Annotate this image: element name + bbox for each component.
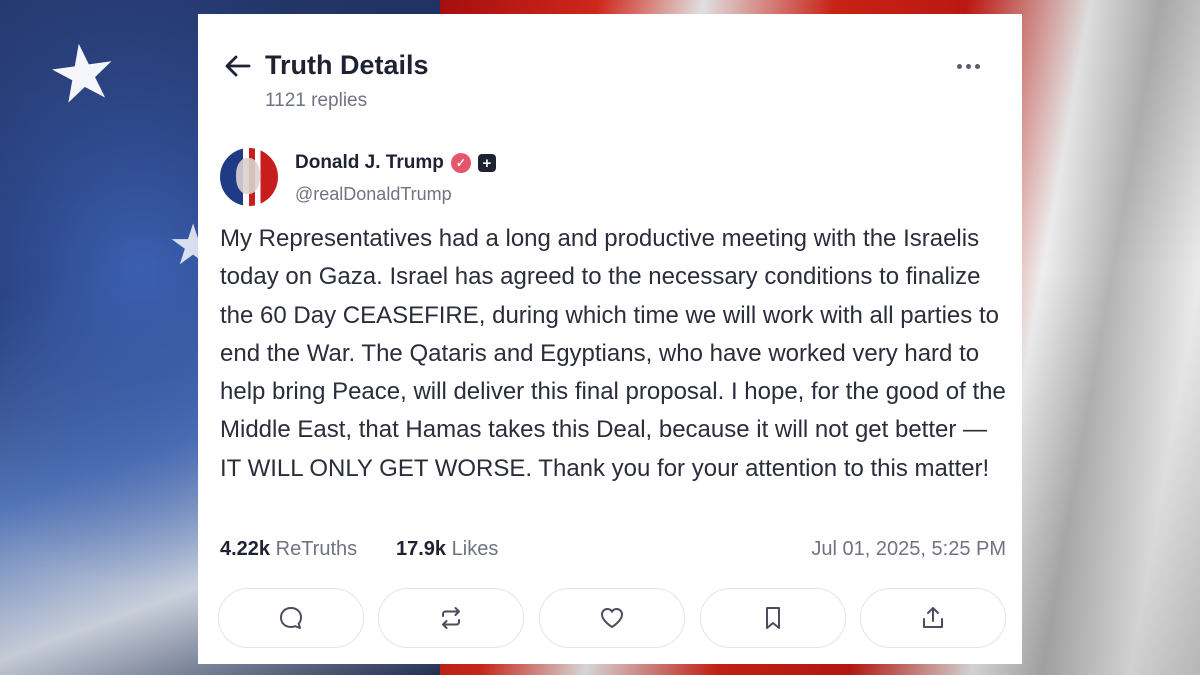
- likes-count: 17.9k: [396, 538, 447, 560]
- retruth-button[interactable]: [378, 588, 524, 648]
- back-arrow-icon: [225, 55, 251, 77]
- retruths-stat[interactable]: 4.22k ReTruths: [220, 538, 357, 561]
- reply-button[interactable]: [218, 588, 364, 648]
- reply-icon: [280, 607, 302, 629]
- dot-icon: [956, 63, 962, 69]
- replies-count: 1121 replies: [265, 90, 368, 111]
- plus-badge-icon: +: [477, 154, 496, 172]
- verified-badge-icon: ✓: [450, 153, 471, 173]
- retruth-icon: [442, 607, 460, 629]
- page-title: Truth Details: [265, 50, 429, 80]
- post-timestamp: Jul 01, 2025, 5:25 PM: [811, 538, 1006, 560]
- bookmark-icon: [766, 607, 780, 629]
- header: Truth Details 1121 replies: [220, 50, 1000, 124]
- dot-icon: [965, 63, 971, 69]
- share-button[interactable]: [860, 588, 1006, 648]
- dot-icon: [974, 63, 980, 69]
- like-icon: [601, 608, 623, 628]
- like-button[interactable]: [539, 588, 685, 648]
- bookmark-button[interactable]: [700, 588, 846, 648]
- likes-label: Likes: [451, 538, 499, 560]
- back-button[interactable]: [220, 54, 256, 78]
- likes-stat[interactable]: 17.9k Likes: [396, 538, 498, 561]
- retruths-count: 4.22k: [220, 538, 271, 560]
- author-name[interactable]: Donald J. Trump: [295, 152, 444, 174]
- star-icon: ★: [42, 24, 124, 122]
- post-text: My Representatives had a long and produc…: [220, 225, 1006, 482]
- author-handle[interactable]: @realDonaldTrump: [295, 184, 452, 205]
- action-bar: [218, 588, 1014, 650]
- share-icon: [923, 607, 943, 628]
- truth-details-card: Truth Details 1121 replies Donald J. Tru…: [198, 14, 1022, 664]
- retruths-label: ReTruths: [275, 538, 358, 560]
- post-stats: 4.22k ReTruths 17.9k Likes Jul 01, 2025,…: [220, 538, 1010, 568]
- post-author: Donald J. Trump ✓ + @realDonaldTrump: [220, 148, 1000, 208]
- more-options-button[interactable]: [948, 54, 988, 78]
- avatar[interactable]: [220, 148, 278, 206]
